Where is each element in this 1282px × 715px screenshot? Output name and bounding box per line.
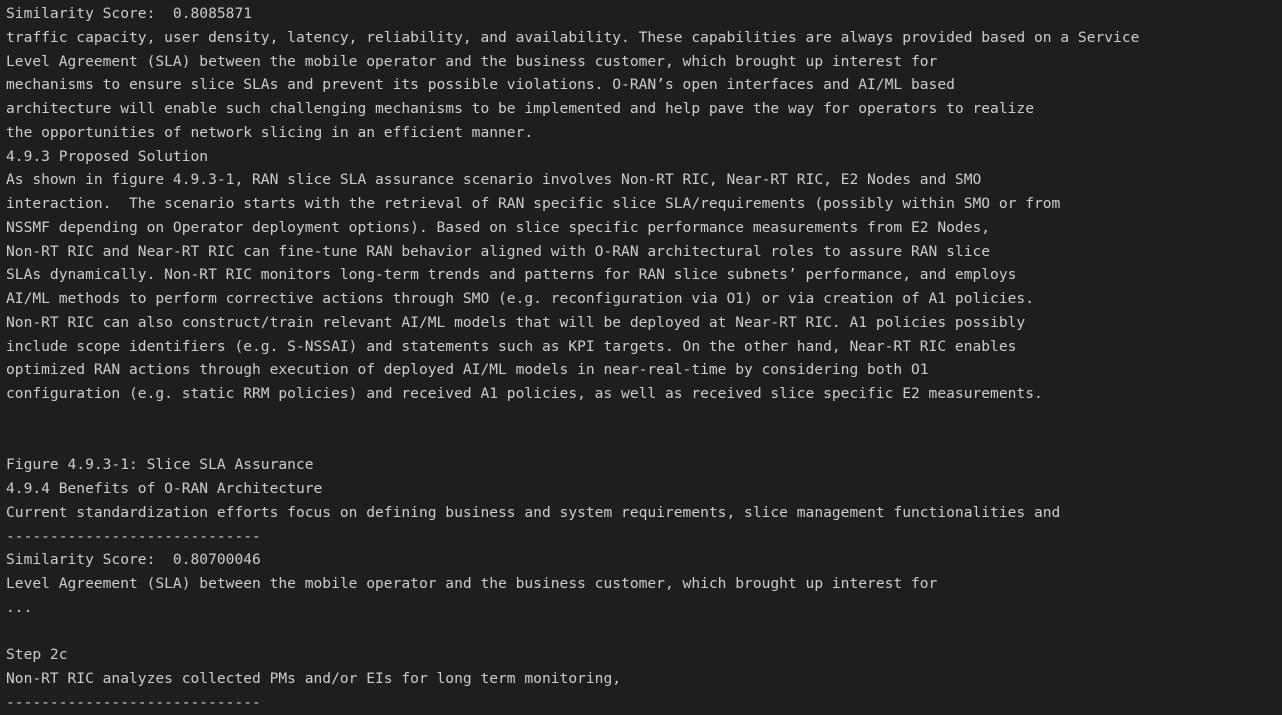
step-label-line: Step 2c [6, 646, 68, 664]
similarity-score-line: Similarity Score: 0.80700046 [6, 551, 261, 569]
output-line: architecture will enable such challengin… [6, 100, 1034, 117]
output-line: traffic capacity, user density, latency,… [6, 28, 1140, 46]
output-line: Non-RT RIC can also construct/train rele… [6, 313, 1026, 331]
ellipsis-line: ... [6, 598, 33, 616]
output-line: NSSMF depending on Operator deployment o… [6, 218, 991, 236]
output-line: include scope identifiers (e.g. S-NSSAI)… [6, 337, 1017, 355]
similarity-score-line: Similarity Score: 0.8085871 [6, 5, 253, 22]
section-heading-line: 4.9.3 Proposed Solution [6, 147, 209, 165]
figure-caption-line: Figure 4.9.3-1: Slice SLA Assurance [6, 456, 314, 474]
output-line: Level Agreement (SLA) between the mobile… [6, 575, 938, 592]
output-line: optimized RAN actions through execution … [6, 361, 929, 379]
output-line: the opportunities of network slicing in … [6, 123, 534, 141]
output-line: AI/ML methods to perform corrective acti… [6, 290, 1034, 307]
section-heading-line: 4.9.4 Benefits of O-RAN Architecture [6, 480, 323, 497]
output-line: Non-RT RIC analyzes collected PMs and/or… [6, 670, 622, 687]
output-line: Level Agreement (SLA) between the mobile… [6, 52, 938, 70]
output-line: Current standardization efforts focus on… [6, 503, 1061, 521]
separator-line: ----------------------------- [6, 693, 261, 711]
output-line: configuration (e.g. static RRM policies)… [6, 385, 1043, 402]
terminal-output[interactable]: Similarity Score: 0.8085871 traffic capa… [0, 0, 1282, 715]
separator-line: ----------------------------- [6, 527, 261, 545]
output-line: Non-RT RIC and Near-RT RIC can fine-tune… [6, 242, 991, 260]
output-line: As shown in figure 4.9.3-1, RAN slice SL… [6, 171, 982, 189]
output-line: SLAs dynamically. Non-RT RIC monitors lo… [6, 266, 1017, 284]
output-line: mechanisms to ensure slice SLAs and prev… [6, 76, 955, 94]
output-line: interaction. The scenario starts with th… [6, 195, 1061, 212]
